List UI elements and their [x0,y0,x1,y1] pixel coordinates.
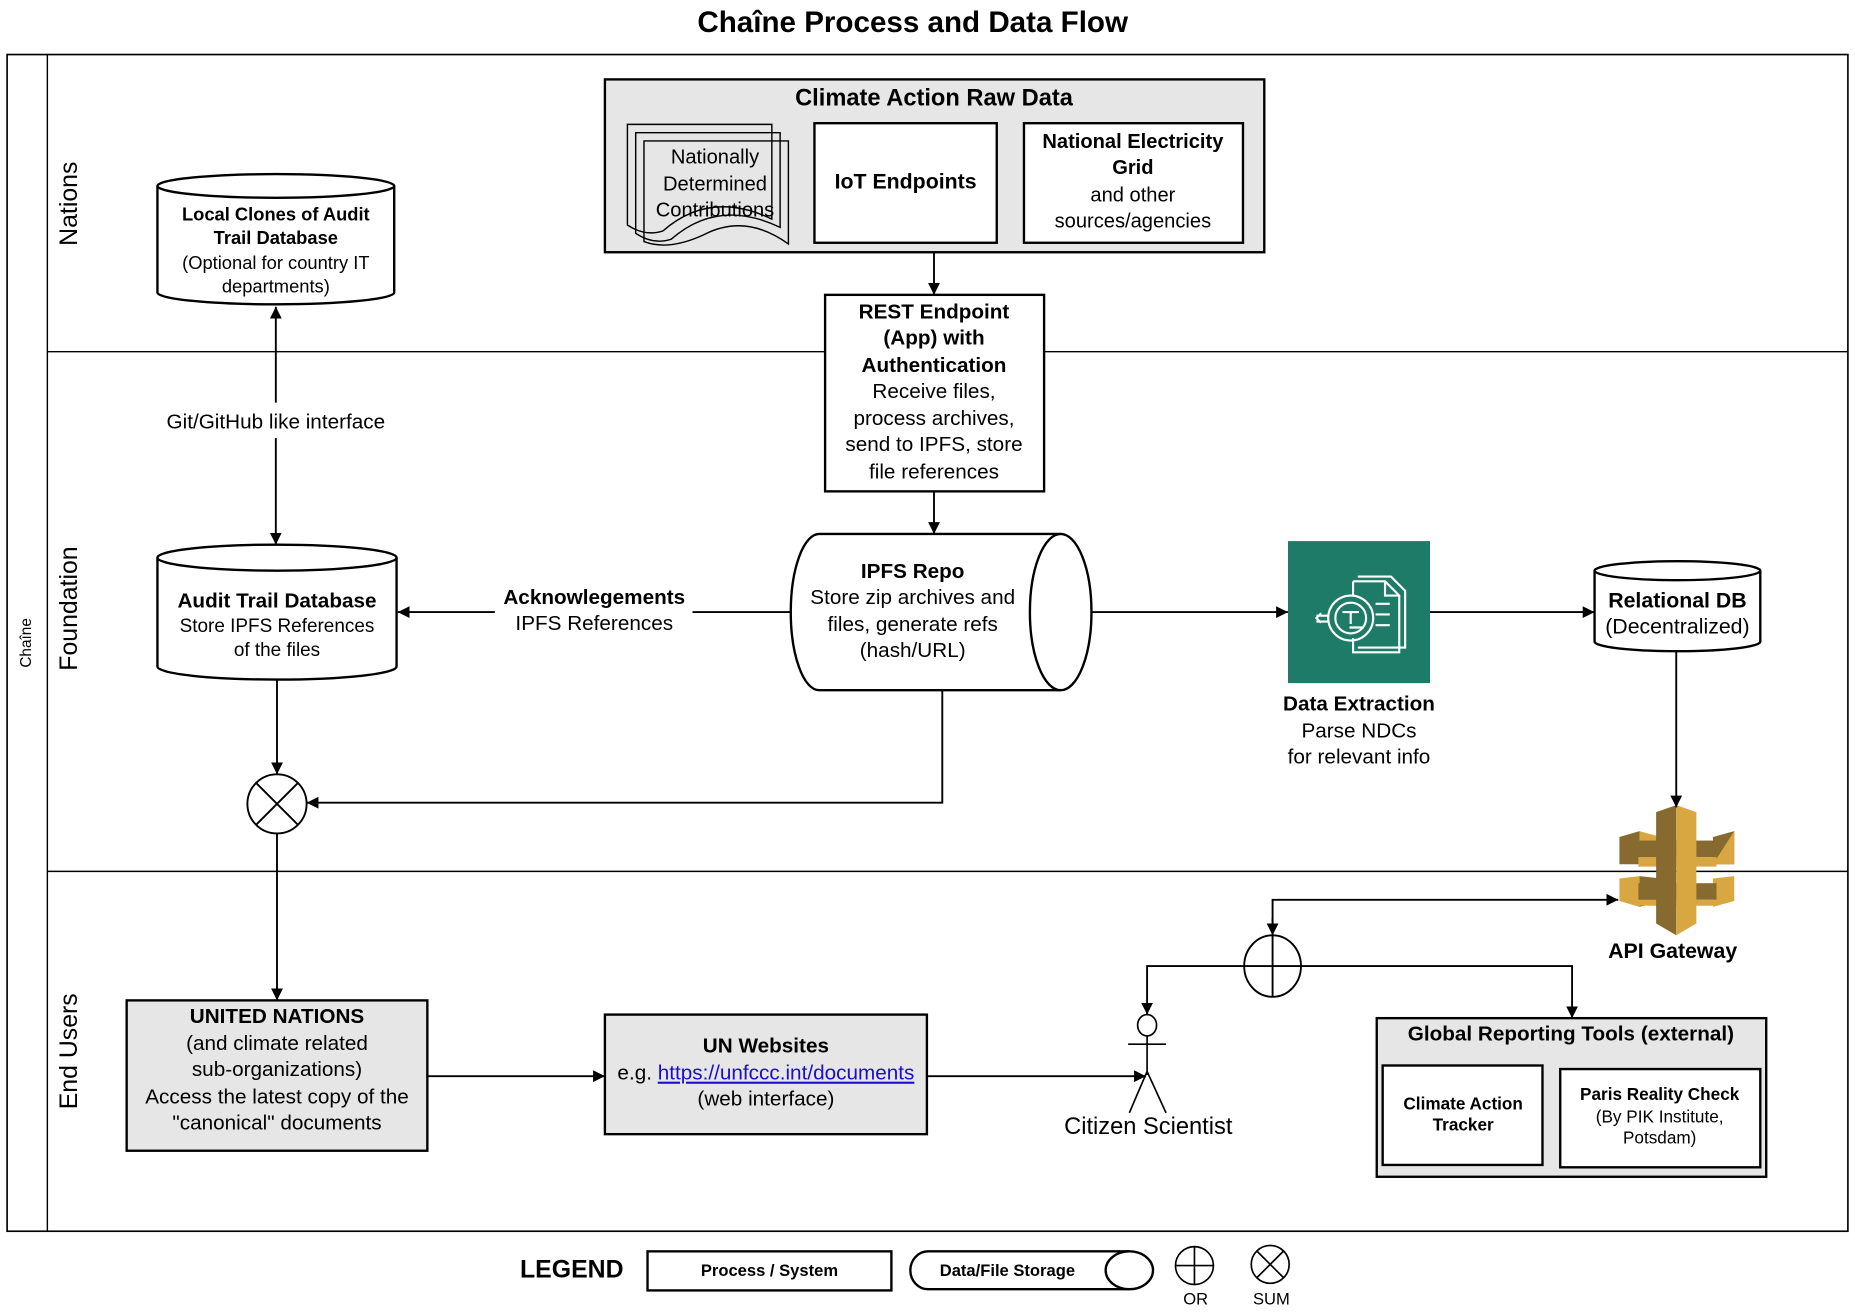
legend: LEGEND Process / System Data/File Storag… [520,1244,1290,1309]
data-extraction-text-line: Parse NDCs [1301,720,1416,743]
sum-gateway [246,773,308,835]
grid-text-line: sources/agencies [1055,210,1212,232]
local-clones-title-line: Local Clones of Audit [182,203,370,224]
ndc-label-line: Determined [663,174,767,196]
git-interface-label: Git/GitHub like interface [167,411,386,434]
legend-storage-label: Data/File Storage [940,1261,1075,1280]
local-clones-text-line: (Optional for country IT [182,252,369,273]
person-icon [1128,1013,1167,1114]
rest-title-line: Authentication [862,354,1007,377]
audit-text-line: of the files [234,640,320,661]
diagram-canvas: Chaîne Process and Data Flow Chaîne Nati… [6,6,1849,1309]
iot-endpoints-box[interactable]: IoT Endpoints [813,122,998,244]
audit-title: Audit Trail Database [177,589,376,612]
rest-text-line: send to IPFS, store [845,433,1022,456]
rest-title-line: (App) with [883,327,984,350]
rest-text-line: file references [869,460,999,483]
prc-text-line: Potsdam) [1623,1128,1696,1148]
un-text-line: sub-organizations) [192,1058,362,1081]
edge-or-to-citizen [1141,965,1245,1015]
ipfs-title: IPFS Repo [861,560,965,583]
ack-sublabel: IPFS References [515,612,673,635]
data-extraction-text-line: for relevant info [1288,746,1431,769]
cat-label-line: Tracker [1433,1115,1494,1135]
rest-title-line: REST Endpoint [859,301,1010,324]
relational-db-text: (Decentralized) [1605,614,1749,638]
ack-label: Acknowlegements [503,586,685,609]
citizen-scientist-label: Citizen Scientist [1064,1114,1233,1140]
rest-text-line: process archives, [853,407,1014,430]
api-gateway-node[interactable]: API Gateway [1608,805,1737,963]
cat-label-line: Climate Action [1403,1093,1522,1113]
local-clones-database[interactable]: Local Clones of Audit Trail Database (Op… [156,172,396,306]
pool-label: Chaîne [18,618,35,668]
global-tools-title: Global Reporting Tools (external) [1408,1023,1734,1046]
grid-text-line: and other [1090,184,1175,206]
climate-action-tracker-box[interactable]: Climate Action Tracker [1381,1064,1544,1167]
united-nations-box[interactable]: UNITED NATIONS (and climate related sub-… [125,999,429,1152]
or-gateway [1243,934,1302,998]
un-text-line: Access the latest copy of the [145,1085,409,1108]
edge-or-to-global-tools [1300,965,1578,1019]
edge-ipfs-to-sum [306,690,944,809]
climate-raw-data-title: Climate Action Raw Data [795,85,1074,111]
ipfs-text-line: (hash/URL) [860,639,966,662]
lane-label-nations: Nations [56,162,83,246]
grid-title-line: Grid [1112,157,1153,179]
audit-text-line: Store IPFS References [180,616,375,637]
un-websites-text: (web interface) [697,1088,834,1111]
ndc-label-line: Nationally [671,146,760,168]
un-text-line: "canonical" documents [172,1111,381,1134]
rest-text-line: Receive files, [872,380,995,403]
national-grid-box[interactable]: National Electricity Grid and other sour… [1022,122,1245,244]
relational-db-title: Relational DB [1608,588,1746,612]
grid-title-line: National Electricity [1042,131,1224,153]
un-title: UNITED NATIONS [190,1005,364,1028]
diagram-title: Chaîne Process and Data Flow [697,6,1129,39]
lane-label-end-users: End Users [56,993,83,1109]
legend-title: LEGEND [520,1256,624,1283]
un-text-line: (and climate related [186,1032,368,1055]
prc-title: Paris Reality Check [1580,1084,1740,1104]
citizen-scientist-actor[interactable]: Citizen Scientist [1064,1013,1233,1141]
un-websites-title: UN Websites [703,1034,829,1057]
edge-or-to-api [1271,893,1619,936]
local-clones-title-line: Trail Database [214,227,338,248]
legend-or: OR [1174,1245,1215,1309]
legend-process: Process / System [646,1250,893,1292]
data-extraction-node[interactable]: Data Extraction Parse NDCs for relevant … [1283,541,1435,769]
legend-sum: SUM [1250,1244,1290,1309]
prc-text-line: (By PIK Institute, [1596,1106,1724,1126]
audit-trail-database[interactable]: Audit Trail Database Store IPFS Referenc… [156,543,398,681]
unfccc-documents-link[interactable]: https://unfccc.int/documents [658,1062,915,1085]
iot-endpoints-label: IoT Endpoints [835,169,977,193]
climate-action-raw-data-group[interactable]: Climate Action Raw Data Nationally Deter… [603,78,1266,254]
un-websites-box[interactable]: UN Websites e.g. https://unfccc.int/docu… [603,1013,929,1136]
lane-label-foundation: Foundation [56,546,83,670]
ipfs-text-line: files, generate refs [828,613,998,636]
ndc-label-line: Contributions [656,200,775,222]
legend-or-label: OR [1183,1290,1208,1309]
api-gateway-icon [1619,805,1735,936]
data-extraction-title: Data Extraction [1283,692,1435,715]
ipfs-text-line: Store zip archives and [810,586,1015,609]
api-gateway-label: API Gateway [1608,939,1737,963]
paris-reality-check-box[interactable]: Paris Reality Check (By PIK Institute, P… [1559,1067,1762,1169]
un-websites-link-line: e.g. https://unfccc.int/documents [617,1062,914,1085]
legend-sum-label: SUM [1253,1290,1290,1309]
local-clones-text-line: departments) [222,275,330,296]
rest-endpoint-box[interactable]: REST Endpoint (App) with Authentication … [823,293,1046,493]
legend-storage: Data/File Storage [909,1250,1155,1291]
legend-process-label: Process / System [701,1261,838,1280]
relational-db[interactable]: Relational DB (Decentralized) [1593,560,1762,653]
global-reporting-tools-group[interactable]: Global Reporting Tools (external) Climat… [1375,1016,1768,1178]
link-prefix: e.g. [617,1062,657,1085]
ipfs-repo-storage[interactable]: IPFS Repo Store zip archives and files, … [789,532,1093,692]
